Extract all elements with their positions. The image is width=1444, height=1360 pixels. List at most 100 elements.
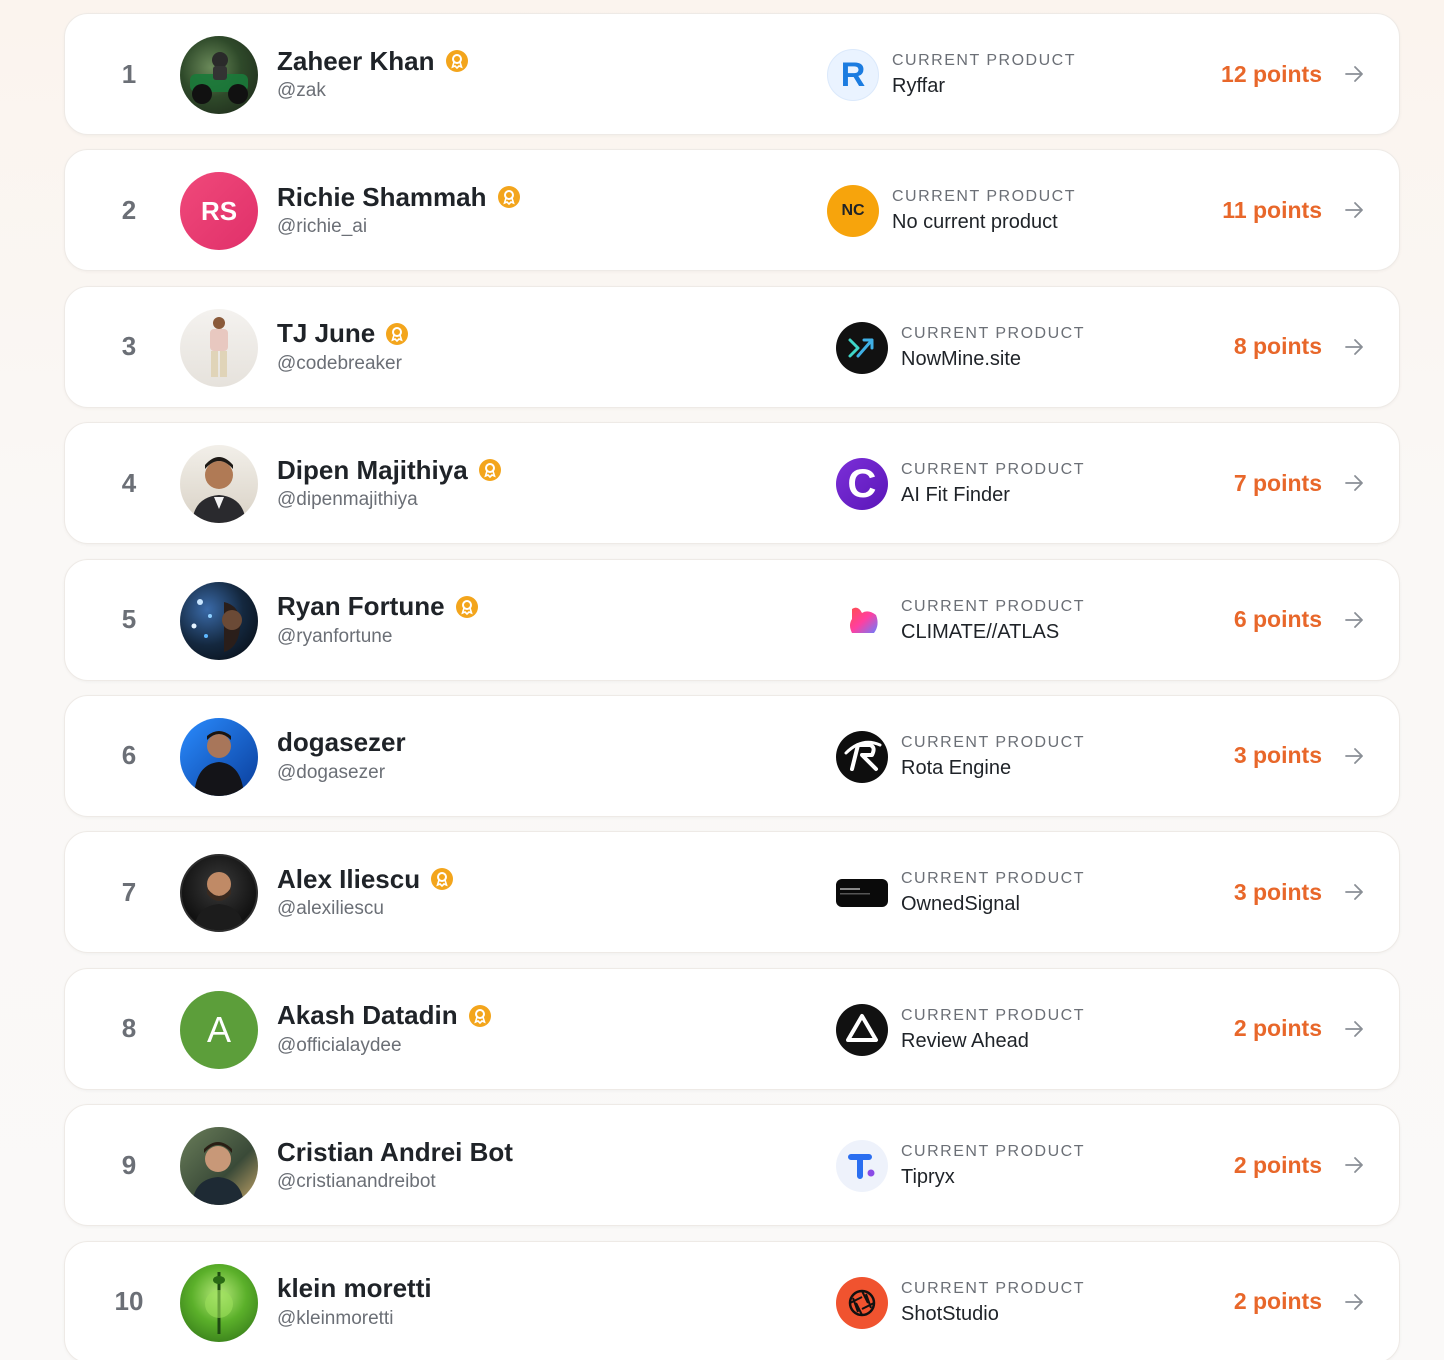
product-name[interactable]: AI Fit Finder: [901, 484, 1085, 507]
rank-number: 5: [121, 604, 137, 635]
points-value: 11 points: [1222, 196, 1322, 223]
user-handle[interactable]: @richie_ai: [277, 216, 521, 238]
points-value: 2 points: [1233, 1151, 1322, 1178]
product-name[interactable]: CLIMATE//ATLAS: [901, 621, 1085, 644]
user-handle[interactable]: @codebreaker: [277, 353, 409, 375]
verified-badge-icon: [455, 595, 478, 618]
user-name[interactable]: Zaheer Khan: [277, 46, 435, 77]
arrow-right-icon[interactable]: [1343, 1291, 1365, 1313]
avatar[interactable]: [180, 1127, 258, 1206]
user-handle[interactable]: @kleinmoretti: [277, 1308, 432, 1330]
climate-atlas-logo-icon: [836, 595, 888, 647]
rank-number: 7: [121, 876, 137, 907]
product-name[interactable]: OwnedSignal: [901, 893, 1085, 916]
nowmine-logo-icon: [836, 321, 888, 374]
rank-number: 6: [121, 740, 137, 771]
rota-engine-logo-icon: [836, 730, 888, 783]
avatar[interactable]: [180, 717, 258, 796]
user-handle[interactable]: @alexiliescu: [277, 898, 454, 920]
product-label: CURRENT PRODUCT: [901, 1279, 1085, 1297]
product-label: CURRENT PRODUCT: [901, 1143, 1085, 1161]
user-name[interactable]: Cristian Andrei Bot: [277, 1137, 513, 1168]
user-name[interactable]: Dipen Majithiya: [277, 455, 468, 486]
arrow-right-icon[interactable]: [1343, 1018, 1365, 1040]
avatar[interactable]: RS: [180, 172, 258, 251]
verified-badge-icon: [478, 459, 501, 482]
leaderboard-row[interactable]: 1 Zaheer Khan @zak R CURRENT PRODUCT Ryf…: [64, 13, 1400, 135]
rank-number: 10: [114, 1286, 144, 1317]
rank-number: 9: [121, 1149, 137, 1180]
user-handle[interactable]: @ryanfortune: [277, 626, 479, 648]
avatar[interactable]: [180, 1263, 258, 1342]
avatar[interactable]: [180, 445, 258, 524]
avatar[interactable]: [180, 581, 258, 660]
user-name[interactable]: TJ June: [277, 318, 375, 349]
arrow-right-icon[interactable]: [1343, 881, 1365, 903]
leaderboard-row[interactable]: 7 Alex Iliescu @alexiliescu CURRENT PROD…: [64, 831, 1400, 954]
points-value: 12 points: [1221, 60, 1322, 87]
arrow-right-icon[interactable]: [1343, 1154, 1365, 1176]
ownedsignal-logo-icon: [836, 879, 888, 908]
tipryx-logo-icon: [836, 1140, 888, 1193]
product-label: CURRENT PRODUCT: [892, 188, 1076, 206]
leaderboard-row[interactable]: 9 Cristian Andrei Bot @cristianandreibot…: [64, 1104, 1400, 1227]
verified-badge-icon: [431, 868, 454, 891]
points-value: 3 points: [1233, 878, 1322, 905]
rank-number: 4: [121, 467, 137, 498]
avatar[interactable]: [180, 36, 258, 114]
product-name[interactable]: ShotStudio: [901, 1303, 1085, 1326]
user-name[interactable]: klein moretti: [277, 1273, 432, 1304]
product-name: No current product: [892, 211, 1058, 234]
user-handle[interactable]: @cristianandreibot: [277, 1171, 513, 1193]
user-handle[interactable]: @dogasezer: [277, 762, 406, 784]
leaderboard-row[interactable]: 8 A Akash Datadin @officialaydee CURRENT…: [64, 967, 1400, 1090]
product-name[interactable]: Tipryx: [901, 1166, 1085, 1189]
avatar[interactable]: [180, 308, 258, 387]
product-name[interactable]: Rota Engine: [901, 757, 1085, 780]
user-name[interactable]: Ryan Fortune: [277, 591, 445, 622]
user-handle[interactable]: @dipenmajithiya: [277, 489, 502, 511]
arrow-right-icon[interactable]: [1343, 745, 1365, 767]
arrow-right-icon[interactable]: [1343, 63, 1365, 85]
points-value: 8 points: [1233, 333, 1322, 360]
product-initials: NC: [841, 202, 865, 220]
points-value: 2 points: [1233, 1288, 1322, 1315]
user-handle[interactable]: @zak: [277, 80, 469, 102]
product-label: CURRENT PRODUCT: [901, 324, 1085, 342]
user-name[interactable]: Akash Datadin: [277, 1000, 458, 1031]
leaderboard-row[interactable]: 6 dogasezer @dogasezer CURRENT PRODUCT R…: [64, 694, 1400, 817]
product-label: CURRENT PRODUCT: [901, 870, 1085, 888]
arrow-right-icon[interactable]: [1343, 609, 1365, 631]
points-value: 3 points: [1233, 742, 1322, 769]
ryffar-logo-icon: R: [827, 49, 879, 101]
product-name[interactable]: Ryffar: [892, 75, 1076, 98]
leaderboard-row[interactable]: 10 klein moretti @kleinmoretti CURRENT P…: [64, 1240, 1400, 1360]
arrow-right-icon[interactable]: [1343, 336, 1365, 358]
leaderboard-list: 1 Zaheer Khan @zak R CURRENT PRODUCT Ryf…: [64, 13, 1400, 1360]
review-ahead-logo-icon: [836, 1003, 888, 1056]
arrow-right-icon[interactable]: [1343, 199, 1365, 221]
avatar[interactable]: [180, 854, 258, 933]
user-name[interactable]: Alex Iliescu: [277, 864, 420, 895]
user-name[interactable]: dogasezer: [277, 727, 406, 758]
user-handle[interactable]: @officialaydee: [277, 1035, 492, 1057]
product-label: CURRENT PRODUCT: [901, 461, 1085, 479]
verified-badge-icon: [445, 50, 468, 72]
leaderboard-row[interactable]: 5 Ryan Fortune @ryanfortune CURRENT PROD…: [64, 558, 1400, 681]
product-label: CURRENT PRODUCT: [901, 1006, 1085, 1024]
arrow-right-icon[interactable]: [1343, 472, 1365, 494]
rank-number: 8: [121, 1013, 137, 1044]
product-label: CURRENT PRODUCT: [901, 733, 1085, 751]
leaderboard-row[interactable]: 3 TJ June @codebreaker CURRENT PRODUCT N…: [64, 285, 1400, 408]
product-label: CURRENT PRODUCT: [892, 52, 1076, 69]
product-name[interactable]: NowMine.site: [901, 348, 1085, 371]
avatar-initials: A: [206, 1008, 231, 1050]
user-name[interactable]: Richie Shammah: [277, 182, 487, 213]
no-product-icon: NC: [827, 185, 879, 238]
rank-number: 3: [121, 331, 137, 362]
product-name[interactable]: Review Ahead: [901, 1030, 1085, 1053]
avatar[interactable]: A: [180, 990, 258, 1069]
ai-fit-finder-logo-icon: C: [836, 458, 888, 511]
leaderboard-row[interactable]: 4 Dipen Majithiya @dipenmajithiya C CURR…: [64, 422, 1400, 545]
leaderboard-row[interactable]: 2 RS Richie Shammah @richie_ai NC CURREN…: [64, 149, 1400, 272]
